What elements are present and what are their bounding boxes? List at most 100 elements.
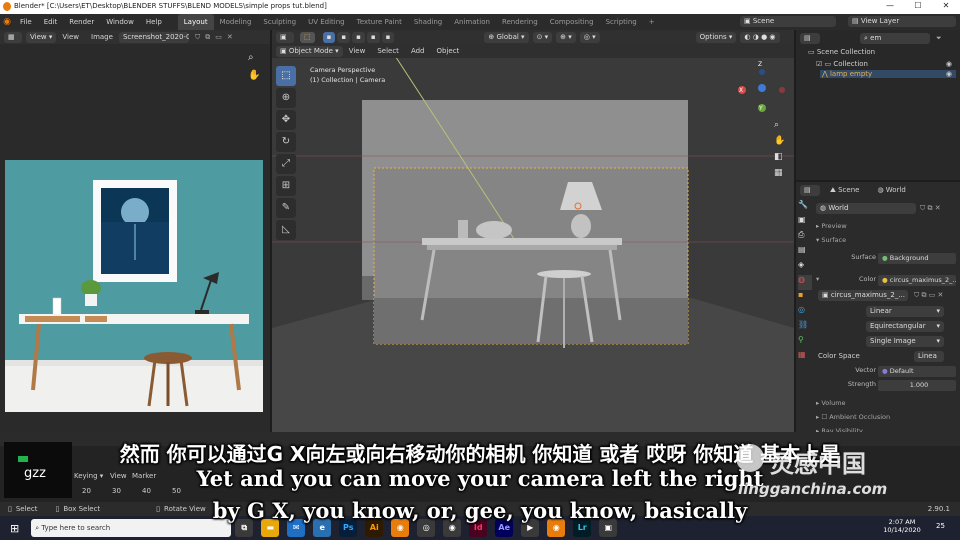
zoom-icon[interactable]: ⌕ [248,52,254,63]
tab-layout[interactable]: Layout [177,14,214,30]
color-value[interactable]: ● circus_maximus_2_... [878,275,956,286]
eye-icon[interactable]: ◉ [946,60,952,68]
image-menu-view[interactable]: View [56,29,85,45]
strength-value[interactable]: 1.000 [878,380,956,391]
viewport-menu-add[interactable]: Add [405,43,431,59]
interpolation-dropdown[interactable]: Linear ▾ [866,306,944,317]
outliner-item-scene-collection[interactable]: ▭ Scene Collection [808,48,875,56]
object-tab-icon[interactable]: ▪ [798,290,812,305]
select-mode-subtract[interactable]: ▪ [352,31,365,43]
tool-tab-icon[interactable]: 🔧 [798,200,812,215]
blender-menu-icon[interactable]: ◉ [0,14,14,30]
select-mode-new[interactable]: ▪ [322,31,336,43]
projection-dropdown[interactable]: Equirectangular ▾ [866,321,944,332]
windows-start-icon[interactable]: ⊞ [10,522,19,535]
physics-tab-icon[interactable]: ◎ [798,305,812,320]
preview-section[interactable]: ▸ Preview [816,222,847,230]
checkbox-icon[interactable]: ☑ [816,60,825,68]
surface-section[interactable]: ▾ Surface [816,236,846,244]
image-name-field[interactable]: Screenshot_2020-0... [118,31,189,43]
viewport-menu-select[interactable]: Select [371,43,405,59]
tab-shading[interactable]: Shading [408,14,448,30]
3d-viewport[interactable]: Camera Perspective (1) Collection | Came… [272,58,794,432]
camera-view-icon[interactable]: ◧ [774,152,783,162]
hand-icon[interactable]: ✋ [248,70,260,81]
ambient-occlusion-section[interactable]: ▸ ☐ Ambient Occlusion [816,413,890,421]
select-mode-intersect[interactable]: ▪ [381,31,395,43]
menu-help[interactable]: Help [140,14,168,30]
scale-icon[interactable]: ⤢ [276,154,296,174]
outliner-editor-icon[interactable]: ▤ [800,32,820,44]
add-workspace-button[interactable]: + [643,14,661,30]
image-menu-image[interactable]: Image [85,29,119,45]
menu-window[interactable]: Window [100,14,140,30]
hand-pan-icon[interactable]: ✋ [774,136,785,146]
menu-render[interactable]: Render [63,14,100,30]
perspective-toggle-icon[interactable]: ▦ [774,168,783,178]
output-tab-icon[interactable]: ⎙ [798,230,812,245]
close-icon[interactable]: ✕ [227,33,233,41]
tab-sculpting[interactable]: Sculpting [257,14,302,30]
shading-modes[interactable]: ◐ ◑ ● ◉ [740,31,780,43]
menu-file[interactable]: File [14,14,38,30]
image-actions-icon[interactable]: ⛉ ⧉ ▭ ✕ [914,291,943,300]
gizmo-y-label[interactable]: Y [759,105,763,112]
world-tab-icon[interactable]: ◍ [798,275,812,290]
transform-icon[interactable]: ⊞ [276,176,296,196]
texture-tab-icon[interactable]: ▦ [798,350,812,365]
viewport-editor-type[interactable]: ▣ [276,31,294,43]
select-box-icon[interactable]: ⬚ [276,66,296,86]
measure-icon[interactable]: ◺ [276,220,296,240]
image-name-field[interactable]: ▣ circus_maximus_2_... [818,290,908,301]
outliner-search-input[interactable]: ⌕ em [860,32,930,44]
menu-edit[interactable]: Edit [38,14,64,30]
maximize-button[interactable]: ☐ [904,1,932,13]
zoom-icon[interactable]: ⌕ [774,120,779,130]
snap-icon[interactable]: ⊕ ▾ [556,31,576,43]
tab-rendering[interactable]: Rendering [496,14,544,30]
tab-animation[interactable]: Animation [448,14,496,30]
scene-tab-icon[interactable]: ◈ [798,260,812,275]
constraints-tab-icon[interactable]: ⛓ [798,320,812,335]
scene-selector[interactable]: ▣ Scene [740,16,836,27]
move-icon[interactable]: ✥ [276,110,296,130]
viewport-menu-object[interactable]: Object [431,43,466,59]
eye-icon[interactable]: ◉ [946,70,952,78]
tab-uv-editing[interactable]: UV Editing [302,14,351,30]
volume-section[interactable]: ▸ Volume [816,399,846,407]
source-dropdown[interactable]: Single Image ▾ [866,336,944,347]
transform-orientation[interactable]: ⊕ Global ▾ [484,31,529,43]
viewport-menu-view[interactable]: View [343,43,372,59]
data-tab-icon[interactable]: ⚲ [798,335,812,350]
outliner-item-collection[interactable]: ☑ ▭ Collection ◉ [816,60,956,68]
view-layer-tab-icon[interactable]: ▤ [798,245,812,260]
select-mode-invert[interactable]: ▪ [366,31,380,43]
tab-texture-paint[interactable]: Texture Paint [351,14,408,30]
folder-icon[interactable]: ▭ [215,33,222,41]
render-tab-icon[interactable]: ▣ [798,215,812,230]
scene-tab[interactable]: ⛰ Scene [830,186,859,195]
tab-compositing[interactable]: Compositing [544,14,600,30]
properties-editor-icon[interactable]: ▤ [800,184,820,196]
tab-scripting[interactable]: Scripting [600,14,643,30]
surface-value[interactable]: ● Background [878,253,956,264]
filter-icon[interactable]: ⏷ [936,34,942,43]
view-mode-dropdown[interactable]: View ▾ [26,31,57,43]
color-space-dropdown[interactable]: Linea [914,351,944,362]
outliner-item-lamp-empty[interactable]: ⋀ lamp empty ◉ [820,70,956,78]
expand-icon[interactable]: ▾ [816,275,819,283]
shield-icon[interactable]: ⛉ [195,33,200,42]
view-layer-selector[interactable]: ▤ View Layer [848,16,956,27]
gizmo-x-label[interactable]: X [739,87,743,94]
minimize-button[interactable]: — [876,1,904,13]
pivot-point-icon[interactable]: ⊙ ▾ [532,31,553,43]
fake-user-icon[interactable]: ⛉ ⧉ ✕ [920,204,941,213]
rotate-icon[interactable]: ↻ [276,132,296,152]
editor-type-icon[interactable]: ▦ [4,31,22,43]
annotate-icon[interactable]: ✎ [276,198,296,218]
select-mode-extend[interactable]: ▪ [337,31,351,43]
world-tab[interactable]: ◍ World [877,186,905,194]
object-mode-dropdown[interactable]: ▣ Object Mode ▾ [276,45,343,57]
cursor-icon[interactable]: ⊕ [276,88,296,108]
gizmo-z-label[interactable]: Z [758,61,762,68]
